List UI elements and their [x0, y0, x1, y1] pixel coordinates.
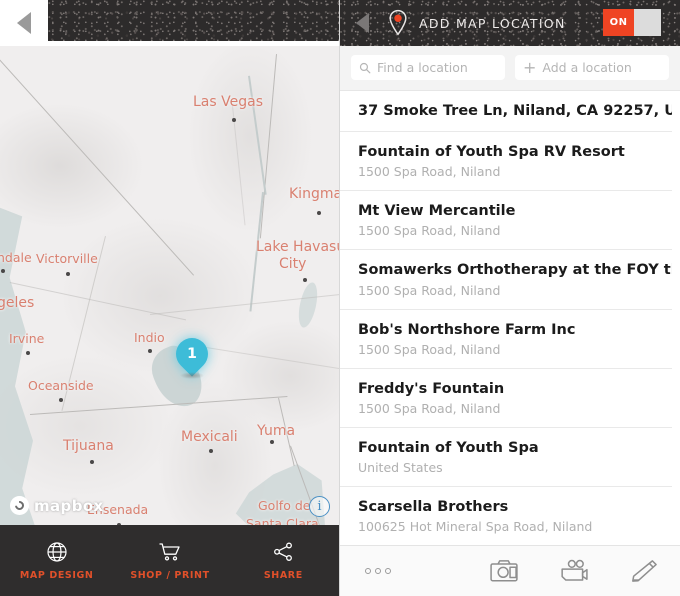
search-icon: [359, 62, 371, 73]
list-item-subtitle: 100625 Hot Mineral Spa Road, Niland: [358, 519, 593, 534]
map-panel: Las Vegas Kingma Lake Havasu City ndale Victo…: [0, 0, 340, 596]
toolbar-label: SHARE: [263, 570, 303, 581]
map-city-label: Las Vegas: [193, 94, 263, 110]
map-back-button[interactable]: [0, 0, 48, 46]
toggle-on-label: ON: [603, 9, 634, 36]
map-city-dot: [317, 211, 321, 215]
map-city-label: Indio: [134, 330, 165, 345]
toggle-knob: [634, 9, 661, 36]
camera-icon[interactable]: [490, 558, 518, 584]
list-item-subtitle: 1500 Spa Road, Niland: [358, 282, 501, 298]
map-city-dot: [90, 460, 94, 464]
map-city-label: geles: [0, 295, 35, 311]
map-pin-icon: [389, 9, 407, 36]
list-item-subtitle: 1500 Spa Road, Niland: [358, 400, 501, 416]
list-item-subtitle: 1500 Spa Road, Niland: [358, 164, 501, 180]
marker-shadow: [180, 372, 204, 379]
toolbar-label: MAP DESIGN: [19, 570, 94, 581]
list-header-title: ADD MAP LOCATION: [419, 15, 566, 31]
map-city-label: Irvine: [9, 331, 45, 346]
list-bottom-toolbar: [340, 545, 680, 596]
list-item-title: Freddy's Fountain: [358, 380, 505, 397]
map-city-label: Oceanside: [28, 378, 94, 393]
globe-icon: [47, 542, 67, 562]
list-item-subtitle: 1500 Spa Road, Niland: [358, 341, 501, 357]
map-city-label: ndale: [0, 250, 32, 265]
list-header: ADD MAP LOCATION ON: [340, 0, 680, 46]
map-city-dot: [1, 269, 5, 273]
list-item[interactable]: Scarsella Brothers 100625 Hot Mineral Spa…: [340, 487, 672, 545]
ellipsis-icon[interactable]: [365, 568, 391, 574]
map-top-bar: [0, 0, 339, 46]
list-item-title: Bob's Northshore Farm Inc: [358, 321, 576, 338]
mapbox-logo-icon: [10, 496, 29, 515]
plus-icon: +: [523, 57, 537, 77]
app-root: Las Vegas Kingma Lake Havasu City ndale Victo…: [0, 0, 680, 596]
list-item-subtitle: 1500 Spa Road, Niland: [358, 223, 501, 239]
list-item-title: Somawerks Orthotherapy at the FOY ther..…: [358, 262, 672, 279]
map-city-label: Yuma: [257, 423, 296, 439]
map-city-dot: [148, 349, 152, 353]
map-city-dot: [26, 351, 30, 355]
map-marker-1[interactable]: 1: [169, 331, 215, 380]
list-back-button[interactable]: [340, 0, 384, 46]
mapbox-attribution[interactable]: mapbox: [10, 496, 104, 515]
share-icon: [274, 542, 293, 561]
list-item-title: Fountain of Youth Spa: [358, 439, 539, 456]
list-item[interactable]: 37 Smoke Tree Ln, Niland, CA 92257, USA: [340, 91, 672, 133]
list-item-subtitle: United States: [358, 459, 443, 475]
add-map-location-toggle[interactable]: ON: [603, 9, 661, 36]
find-location-input[interactable]: Find a location: [351, 55, 505, 80]
map-city-label: Tijuana: [63, 438, 114, 454]
map-city-label: City: [279, 256, 307, 272]
pencil-icon[interactable]: [630, 558, 658, 584]
map-city-label: Golfo de: [258, 498, 311, 513]
chevron-left-icon: [355, 13, 369, 33]
map-city-dot: [66, 272, 70, 276]
list-item[interactable]: Fountain of Youth Spa RV Resort 1500 Spa …: [340, 132, 672, 192]
map-city-label: Santa Clara: [246, 516, 319, 525]
list-item[interactable]: Freddy's Fountain 1500 Spa Road, Niland: [340, 369, 672, 428]
list-item-title: 37 Smoke Tree Ln, Niland, CA 92257, USA: [358, 103, 672, 119]
toolbar-label: SHOP / PRINT: [130, 570, 210, 581]
add-location-placeholder: Add a location: [542, 60, 632, 75]
map-canvas[interactable]: Las Vegas Kingma Lake Havasu City ndale Victo…: [0, 46, 340, 525]
marker-number: 1: [187, 346, 197, 362]
toolbar-item-share[interactable]: SHARE: [227, 540, 339, 581]
toolbar-item-map-design[interactable]: MAP DESIGN: [0, 540, 113, 581]
shopping-cart-icon: [159, 543, 180, 561]
list-item[interactable]: Somawerks Orthotherapy at the FOY ther..…: [340, 250, 672, 310]
map-city-dot: [209, 449, 213, 453]
list-item[interactable]: Mt View Mercantile 1500 Spa Road, Niland: [340, 191, 672, 251]
map-city-label: Kingma: [289, 186, 340, 202]
find-location-placeholder: Find a location: [377, 60, 468, 75]
map-city-label: Lake Havasu: [256, 239, 340, 255]
map-city-label: Mexicali: [181, 429, 238, 445]
search-results-list: 37 Smoke Tree Ln, Niland, CA 92257, USA F…: [340, 91, 680, 545]
map-city-dot: [232, 118, 236, 122]
media-tools: [490, 558, 658, 584]
list-item-title: Scarsella Brothers: [358, 498, 509, 515]
header-texture: [48, 0, 339, 41]
map-city-dot: [303, 278, 307, 282]
map-city-label: Victorville: [36, 251, 98, 266]
add-location-input[interactable]: + Add a location: [515, 55, 669, 80]
search-bar-area: Find a location + Add a location: [340, 46, 680, 91]
location-list-panel: ADD MAP LOCATION ON Find a location + Ad…: [340, 0, 680, 596]
video-camera-icon[interactable]: [560, 558, 588, 584]
list-item-title: Fountain of Youth Spa RV Resort: [358, 144, 625, 161]
list-item[interactable]: Fountain of Youth Spa United States: [340, 428, 672, 487]
map-info-button[interactable]: i: [309, 496, 330, 517]
map-city-dot: [270, 440, 274, 444]
map-city-dot: [59, 398, 63, 402]
map-bottom-toolbar: MAP DESIGN SHOP / PRINT SHARE: [0, 525, 339, 596]
list-item-title: Mt View Mercantile: [358, 203, 516, 220]
chevron-left-icon: [17, 12, 31, 34]
toolbar-item-shop-print[interactable]: SHOP / PRINT: [113, 540, 226, 581]
list-item[interactable]: Bob's Northshore Farm Inc 1500 Spa Road, …: [340, 310, 672, 369]
mapbox-wordmark: mapbox: [34, 496, 104, 515]
